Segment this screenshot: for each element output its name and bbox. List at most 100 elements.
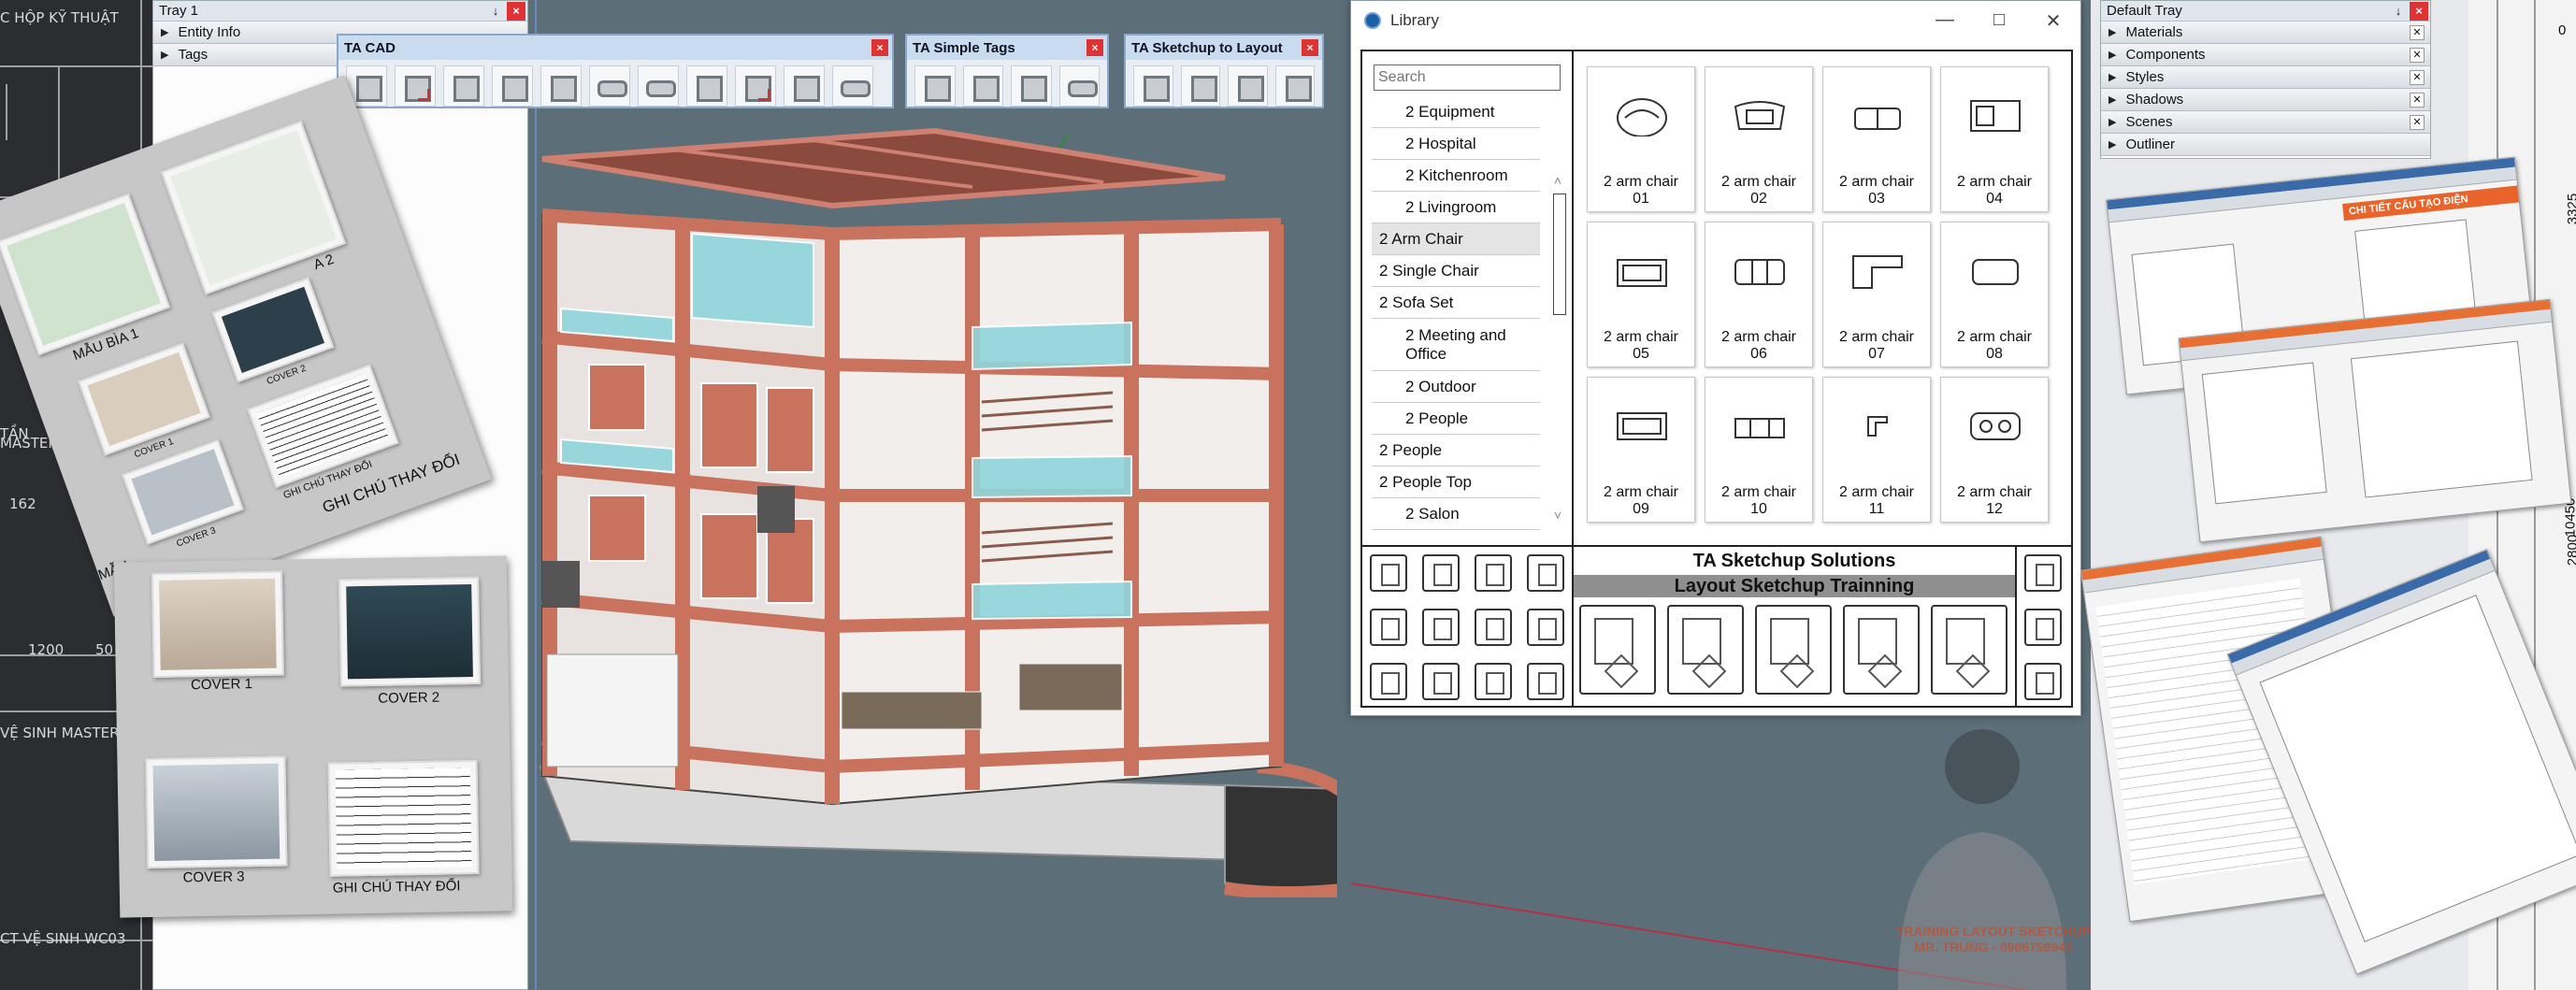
maximize-icon[interactable]: □ <box>1972 9 2026 33</box>
component-card[interactable]: 2 arm chair 11 <box>1822 377 1931 523</box>
category-item[interactable]: 2 People <box>1372 403 1540 435</box>
tray-scenes[interactable]: ▶ Scenes ✕ <box>2101 111 2430 134</box>
layout-pages-icon[interactable] <box>1133 65 1173 107</box>
layout-export-icon[interactable] <box>1579 605 1656 695</box>
category-item[interactable]: 2 People Top <box>1372 466 1540 498</box>
search-input[interactable] <box>1374 65 1561 91</box>
layout-sheet-icon[interactable] <box>1274 65 1315 107</box>
image-edit-icon[interactable] <box>1475 609 1512 646</box>
tray-materials[interactable]: ▶ Materials ✕ <box>2101 22 2430 44</box>
draw-box-red-icon[interactable] <box>395 65 436 107</box>
component-card[interactable]: 2 arm chair 04 <box>1940 66 2049 212</box>
component-card[interactable]: 2 arm chair 09 <box>1587 377 1695 523</box>
close-icon[interactable]: ✕ <box>2410 92 2425 108</box>
tags-list-icon[interactable] <box>1058 65 1100 107</box>
tray-item-label: Tags <box>178 47 209 63</box>
book-icon[interactable] <box>1422 663 1460 700</box>
close-icon[interactable]: × <box>1087 39 1103 56</box>
dimension-text: 2800 <box>2565 534 2576 567</box>
close-icon[interactable]: × <box>2410 1 2428 21</box>
folder-icon[interactable] <box>2024 554 2062 592</box>
pencil-line-icon[interactable] <box>784 65 825 107</box>
layout-tools-icon[interactable] <box>1180 65 1220 107</box>
copy-icon[interactable] <box>1370 609 1407 646</box>
tags-network-icon[interactable] <box>914 65 956 107</box>
scroll-down-icon[interactable]: ˅ <box>1549 508 1566 523</box>
slot-icon[interactable] <box>589 65 630 107</box>
banner-subtitle: Layout Sketchup Trainning <box>1574 575 2015 597</box>
align-top-icon[interactable] <box>686 65 727 107</box>
category-item[interactable]: 2 Salon <box>1372 498 1540 530</box>
save-icon[interactable] <box>2024 663 2062 700</box>
edit-icon[interactable] <box>1527 554 1564 592</box>
category-item[interactable]: 2 Single Chair <box>1372 255 1540 287</box>
component-number: 01 <box>1633 191 1649 207</box>
close-icon[interactable]: ✕ <box>2026 9 2080 33</box>
component-card[interactable]: 2 arm chair 01 <box>1587 66 1695 212</box>
tray-styles[interactable]: ▶ Styles ✕ <box>2101 66 2430 89</box>
tags-settings-icon[interactable] <box>1011 65 1052 107</box>
component-card[interactable]: 2 arm chair 02 <box>1705 66 1813 212</box>
component-card[interactable]: 2 arm chair 12 <box>1940 377 2049 523</box>
align-bottom-icon[interactable] <box>735 65 776 107</box>
close-icon[interactable]: ✕ <box>2410 69 2425 85</box>
stack-icon[interactable] <box>1370 663 1407 700</box>
gallery-icon[interactable] <box>1475 663 1512 700</box>
building-3d-model[interactable] <box>533 93 1337 897</box>
close-icon[interactable]: × <box>871 39 888 56</box>
tray-outliner[interactable]: ▶ Outliner <box>2101 134 2430 156</box>
category-item[interactable]: 2 People <box>1372 435 1540 466</box>
grid-offset-icon[interactable] <box>492 65 533 107</box>
category-item[interactable]: 2 Arm Chair <box>1372 223 1540 255</box>
close-icon[interactable]: ✕ <box>2410 24 2425 40</box>
pen-icon[interactable] <box>1527 609 1564 646</box>
layout-model-icon[interactable] <box>1667 605 1744 695</box>
cad-text: 162 <box>9 495 36 512</box>
close-icon[interactable]: ✕ <box>2410 47 2425 63</box>
category-item[interactable]: 2 Livingroom <box>1372 192 1540 223</box>
component-card[interactable]: 2 arm chair 10 <box>1705 377 1813 523</box>
layout-house-icon[interactable] <box>1755 605 1832 695</box>
category-item[interactable]: 2 Meeting and Office <box>1372 319 1540 371</box>
component-thumbnail-icon <box>1867 416 1888 437</box>
component-card[interactable]: 2 arm chair 08 <box>1940 222 2049 367</box>
minimize-icon[interactable]: — <box>1918 9 1972 33</box>
component-number: 07 <box>1868 346 1885 362</box>
component-card[interactable]: 2 arm chair 03 <box>1822 66 1931 212</box>
component-card[interactable]: 2 arm chair 06 <box>1705 222 1813 367</box>
scroll-up-icon[interactable]: ˄ <box>1549 173 1566 188</box>
slot-arrow-icon[interactable] <box>638 65 679 107</box>
image-icon[interactable] <box>1475 554 1512 592</box>
category-item[interactable]: 2 Equipment <box>1372 96 1540 128</box>
doc-icon[interactable] <box>1370 554 1407 592</box>
bar-icon[interactable] <box>832 65 873 107</box>
tray-shadows[interactable]: ▶ Shadows ✕ <box>2101 89 2430 111</box>
bracket-icon[interactable] <box>540 65 582 107</box>
pin-icon[interactable]: ↓ <box>2389 2 2408 21</box>
component-number: 04 <box>1986 191 2003 207</box>
component-card[interactable]: 2 arm chair 05 <box>1587 222 1695 367</box>
pin-icon[interactable]: ↓ <box>486 2 505 21</box>
grid-icon[interactable] <box>443 65 484 107</box>
tags-search-icon[interactable] <box>962 65 1003 107</box>
category-scrollbar[interactable]: ˄ ˅ <box>1549 136 1566 528</box>
category-item[interactable]: 2 Outdoor <box>1372 371 1540 403</box>
pen-check-icon[interactable] <box>2024 609 2062 646</box>
close-icon[interactable]: × <box>507 1 525 21</box>
layout-furniture-icon[interactable] <box>1843 605 1920 695</box>
expand-triangle-icon: ▶ <box>2108 50 2117 61</box>
category-item[interactable]: 2 Kitchenroom <box>1372 160 1540 192</box>
sign-icon[interactable] <box>1527 663 1564 700</box>
component-card[interactable]: 2 arm chair 07 <box>1822 222 1931 367</box>
category-item[interactable]: 2 Hospital <box>1372 128 1540 160</box>
layout-measure-icon[interactable] <box>1228 65 1268 107</box>
close-icon[interactable]: × <box>1302 39 1318 56</box>
tray-components[interactable]: ▶ Components ✕ <box>2101 44 2430 66</box>
close-icon[interactable]: ✕ <box>2410 114 2425 130</box>
door-open-icon[interactable] <box>1422 609 1460 646</box>
category-item[interactable]: 2 Sofa Set <box>1372 287 1540 319</box>
scroll-thumb[interactable] <box>1553 194 1566 315</box>
component-label: 2 arm chair 11 <box>1823 484 1930 518</box>
layout-faucet-icon[interactable] <box>1931 605 2008 695</box>
door-icon[interactable] <box>1422 554 1460 592</box>
